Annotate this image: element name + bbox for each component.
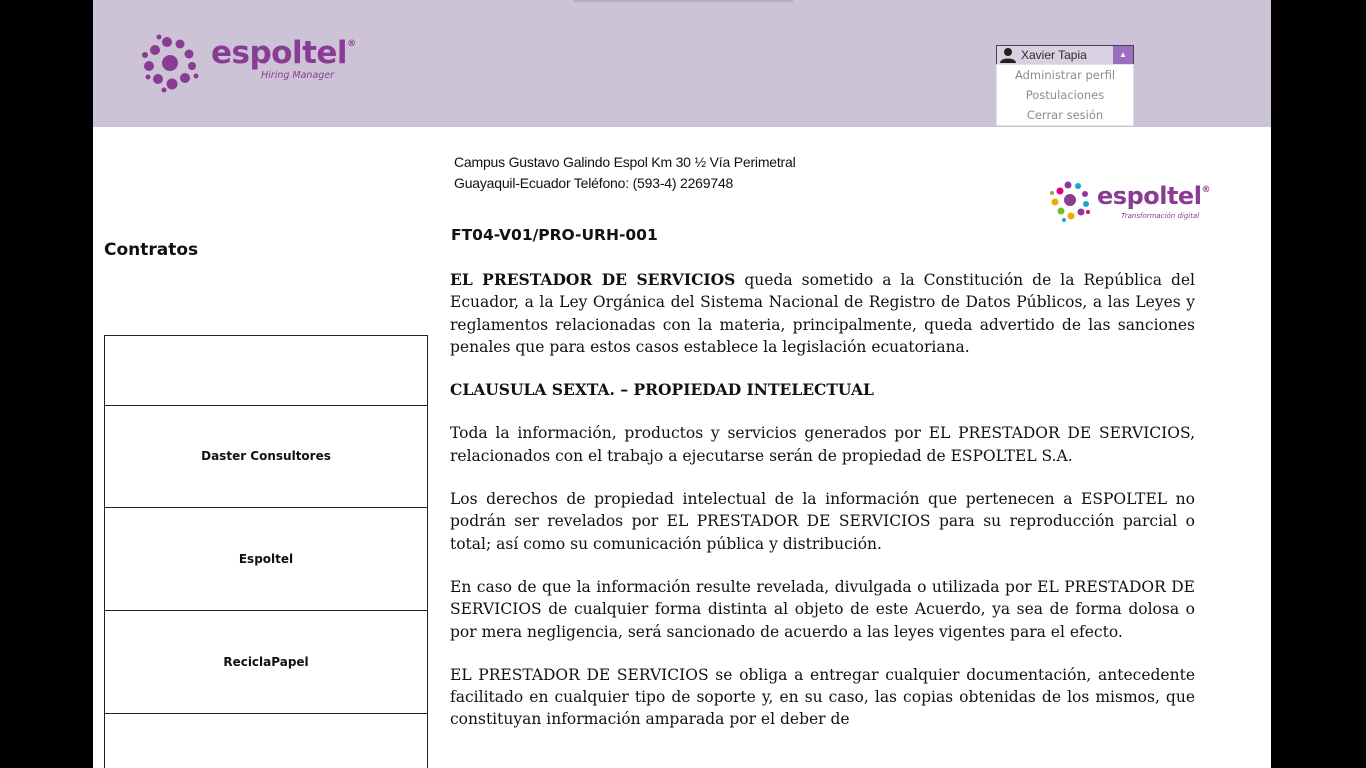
clause-heading: CLAUSULA SEXTA. – PROPIEDAD INTELECTUAL: [450, 380, 874, 400]
document-logo: espoltel® Transformación digital: [1048, 178, 1218, 224]
document-body: EL PRESTADOR DE SERVICIOS queda sometido…: [450, 269, 1195, 752]
contract-item-espoltel[interactable]: Espoltel: [105, 507, 427, 610]
paragraph-2: Toda la información, productos y servici…: [450, 424, 1195, 465]
contract-item-reciclapapel[interactable]: ReciclaPapel: [105, 610, 427, 713]
sidebar-title: Contratos: [104, 240, 199, 260]
logo-subtitle: Hiring Manager: [261, 70, 335, 81]
contract-item[interactable]: [105, 336, 427, 405]
logo-dots-icon: [1050, 181, 1090, 222]
contract-document: Campus Gustavo Galindo Espol Km 30 ½ Vía…: [450, 0, 1260, 768]
document-logo-wordmark: espoltel: [1097, 182, 1202, 210]
address-line-2: Guayaquil-Ecuador Teléfono: (593-4) 2269…: [454, 175, 734, 191]
contract-item-daster-consultores[interactable]: Daster Consultores: [105, 405, 427, 507]
paragraph-4: En caso de que la información resulte re…: [450, 577, 1195, 641]
paragraph-1: EL PRESTADOR DE SERVICIOS queda sometido…: [450, 269, 1195, 358]
document-address: Campus Gustavo Galindo Espol Km 30 ½ Vía…: [454, 152, 796, 194]
contracts-list: Daster Consultores Espoltel ReciclaPapel: [104, 335, 428, 768]
app-frame: espoltel® Hiring Manager Xavier Tapia ▲ …: [93, 0, 1271, 768]
espoltel-logo[interactable]: espoltel® Hiring Manager: [139, 32, 356, 96]
paragraph-1-lead: EL PRESTADOR DE SERVICIOS: [450, 270, 736, 289]
address-line-1: Campus Gustavo Galindo Espol Km 30 ½ Vía…: [454, 154, 796, 170]
logo-wordmark: espoltel: [211, 35, 348, 71]
registered-mark: ®: [1201, 185, 1210, 195]
contract-item[interactable]: [105, 713, 427, 768]
document-logo-subtitle: Transformación digital: [1121, 212, 1200, 220]
paragraph-5: EL PRESTADOR DE SERVICIOS se obliga a en…: [450, 665, 1195, 729]
paragraph-3: Los derechos de propiedad intelectual de…: [450, 490, 1195, 553]
logo-dots-icon: [142, 34, 199, 93]
registered-mark: ®: [347, 39, 356, 49]
document-code: FT04-V01/PRO-URH-001: [451, 226, 658, 244]
